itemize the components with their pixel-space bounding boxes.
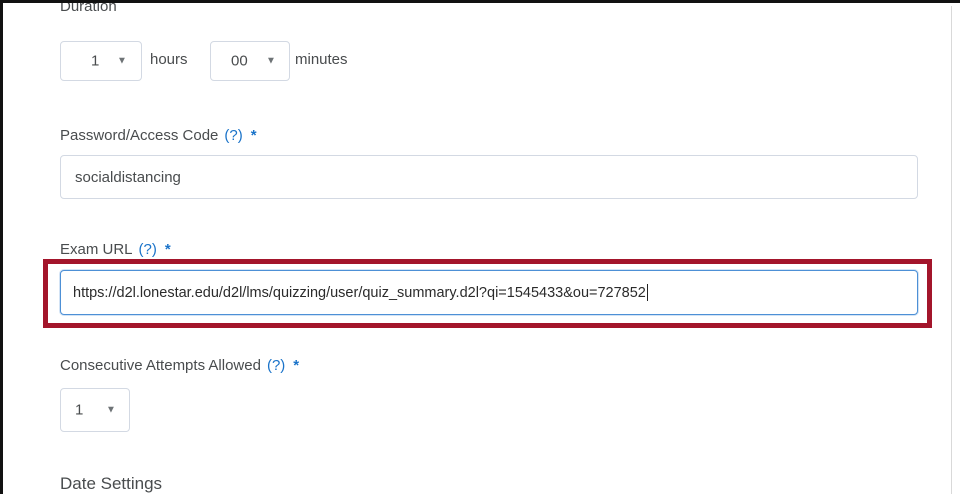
exam-url-input[interactable]: https://d2l.lonestar.edu/d2l/lms/quizzin… [60, 270, 918, 315]
exam-url-required-marker: * [164, 241, 171, 258]
password-label: Password/Access Code (?) * [60, 127, 257, 144]
attempts-select-value: 1 [75, 401, 84, 419]
minutes-unit-label: minutes [295, 51, 348, 68]
attempts-label-text: Consecutive Attempts Allowed [60, 357, 261, 374]
password-help-link[interactable]: (?) [224, 127, 242, 144]
attempts-label: Consecutive Attempts Allowed (?) * [60, 357, 299, 374]
attempts-required-marker: * [293, 357, 300, 374]
exam-url-help-link[interactable]: (?) [139, 241, 157, 258]
password-input-value: socialdistancing [75, 168, 181, 186]
minutes-select-value: 00 [231, 52, 248, 70]
attempts-select[interactable]: 1 ▼ [60, 388, 130, 432]
hours-select-value: 1 [91, 52, 100, 70]
text-cursor [646, 284, 648, 301]
exam-url-label-text: Exam URL [60, 241, 133, 258]
password-label-text: Password/Access Code [60, 127, 219, 144]
hours-select[interactable]: 1 ▼ [60, 41, 142, 81]
date-settings-heading: Date Settings [60, 474, 163, 493]
minutes-select[interactable]: 00 ▼ [210, 41, 290, 81]
duration-label: Duration [60, 0, 117, 15]
exam-url-input-value: https://d2l.lonestar.edu/d2l/lms/quizzin… [73, 284, 646, 301]
exam-url-label: Exam URL (?) * [60, 241, 171, 258]
chevron-down-icon: ▼ [266, 55, 276, 67]
form-panel: Duration 1 ▼ hours 00 ▼ minutes Password… [0, 0, 960, 494]
chevron-down-icon: ▼ [117, 55, 127, 67]
panel-divider [951, 6, 952, 494]
chevron-down-icon: ▼ [106, 404, 116, 416]
duration-label-text: Duration [60, 0, 117, 15]
attempts-help-link[interactable]: (?) [267, 357, 285, 374]
password-required-marker: * [250, 127, 257, 144]
hours-unit-label: hours [150, 51, 188, 68]
password-input[interactable]: socialdistancing [60, 155, 918, 199]
